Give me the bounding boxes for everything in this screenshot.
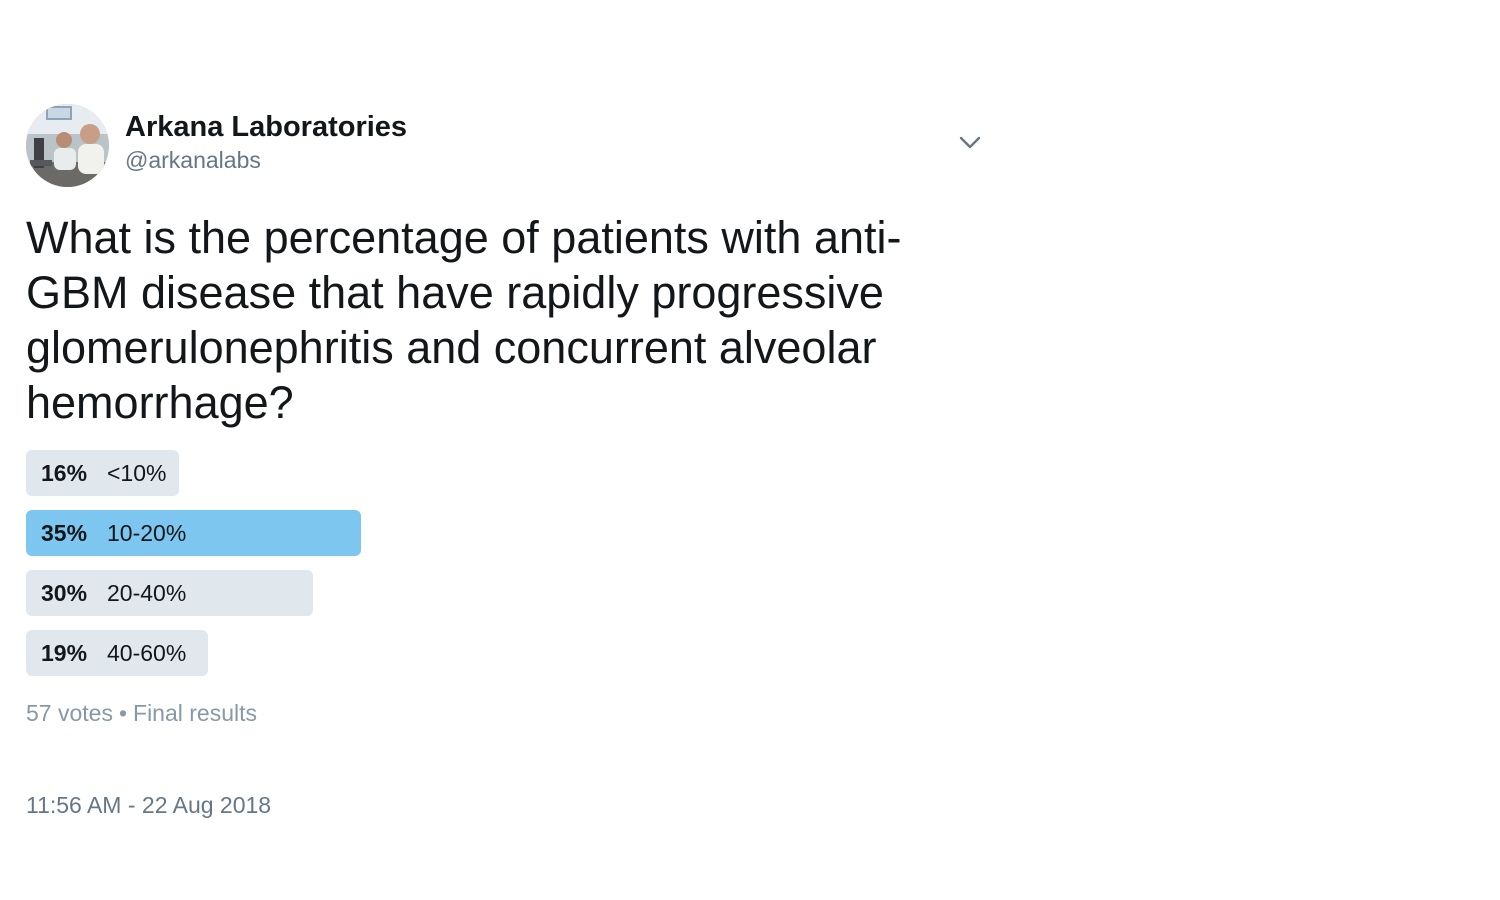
poll-choice-label: 40-60%	[107, 640, 187, 666]
tweet-text: What is the percentage of patients with …	[26, 212, 902, 428]
poll-separator: •	[118, 700, 128, 726]
poll-status: Final results	[133, 700, 257, 726]
tweet-timestamp[interactable]: 11:56 AM - 22 Aug 2018	[26, 790, 986, 820]
author-handle[interactable]: @arkanalabs	[125, 145, 407, 175]
tweet-header: Arkana Laboratories @arkanalabs	[26, 104, 986, 188]
avatar[interactable]	[26, 104, 109, 187]
poll-option: 30% 20-40%	[26, 570, 986, 616]
poll-percent: 30%	[41, 580, 88, 606]
poll-option: 16% <10%	[26, 450, 986, 496]
author-names: Arkana Laboratories @arkanalabs	[125, 110, 407, 175]
lab-photo-avatar-icon	[26, 104, 109, 187]
poll-option: 35% 10-20%	[26, 510, 986, 556]
poll-choice-label: 10-20%	[107, 520, 187, 546]
poll-choice-label: 20-40%	[107, 580, 187, 606]
poll-percent: 35%	[41, 520, 88, 546]
poll-vote-count: 57 votes	[26, 700, 113, 726]
chevron-down-icon[interactable]	[957, 132, 983, 152]
author-display-name[interactable]: Arkana Laboratories	[125, 110, 407, 144]
poll-percent: 16%	[41, 460, 88, 486]
poll-footer: 57 votes • Final results	[26, 698, 986, 728]
poll-percent: 19%	[41, 640, 88, 666]
poll: 16% <10% 35% 10-20% 30% 20-40% 19% 40-60% 57…	[26, 450, 986, 728]
poll-choice-label: <10%	[107, 460, 167, 486]
poll-option: 19% 40-60%	[26, 630, 986, 676]
tweet-card: Arkana Laboratories @arkanalabs What is …	[26, 104, 986, 820]
